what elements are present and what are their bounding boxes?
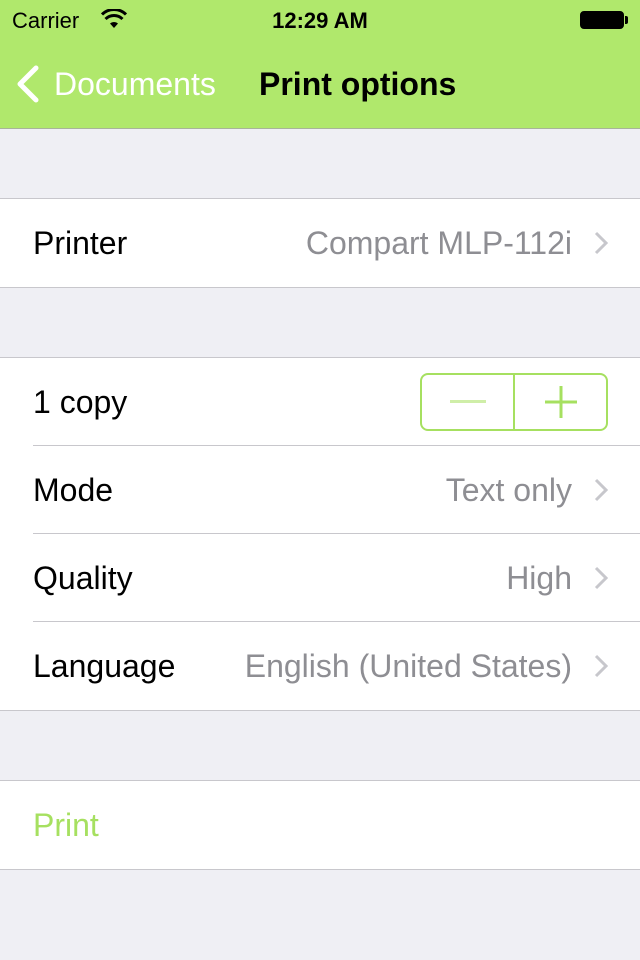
language-value: English (United States) (244, 647, 572, 684)
mode-row[interactable]: Mode Text only (0, 445, 640, 534)
quality-label: Quality (33, 559, 133, 596)
chevron-right-icon (594, 231, 608, 255)
navigation-bar: Carrier 12:29 AM Documents Print options (0, 0, 640, 129)
printer-section: Printer Compart MLP-112i (0, 198, 640, 288)
copies-label: 1 copy (33, 383, 128, 420)
printer-value: Compart MLP-112i (305, 224, 572, 261)
print-button[interactable]: Print (0, 781, 640, 869)
battery-tip (625, 16, 628, 24)
chevron-right-icon (594, 478, 608, 502)
options-section: 1 copy Mode Text only Quality High Langu… (0, 357, 640, 711)
copies-row: 1 copy (0, 358, 640, 446)
quality-row[interactable]: Quality High (0, 533, 640, 622)
quality-value: High (506, 559, 572, 596)
chevron-right-icon (594, 654, 608, 678)
minus-icon (449, 400, 486, 403)
mode-label: Mode (33, 471, 114, 508)
printer-row[interactable]: Printer Compart MLP-112i (0, 199, 640, 287)
copies-stepper[interactable] (420, 373, 608, 431)
battery-icon (580, 11, 624, 29)
plus-icon (544, 386, 577, 418)
increment-button[interactable] (513, 375, 606, 429)
decrement-button[interactable] (422, 375, 513, 429)
back-label: Documents (54, 65, 216, 102)
back-button[interactable]: Documents (14, 62, 216, 106)
language-label: Language (33, 647, 176, 684)
mode-value: Text only (445, 471, 572, 508)
chevron-left-icon (17, 65, 39, 103)
chevron-right-icon (594, 566, 608, 590)
printer-label: Printer (33, 224, 128, 261)
language-row[interactable]: Language English (United States) (0, 621, 640, 710)
page-title: Print options (259, 66, 457, 102)
status-bar: Carrier 12:29 AM (0, 0, 640, 40)
clock: 12:29 AM (272, 8, 368, 33)
actions-section: Print (0, 780, 640, 870)
print-label: Print (33, 806, 99, 843)
